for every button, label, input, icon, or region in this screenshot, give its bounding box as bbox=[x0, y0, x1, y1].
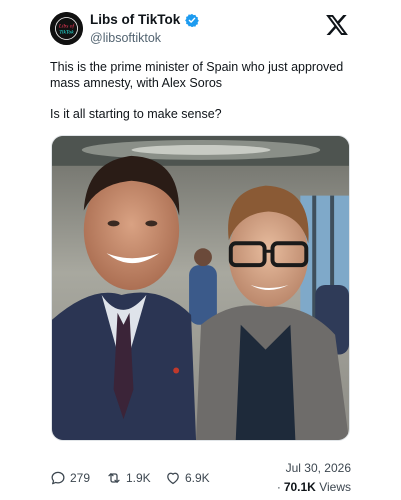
verified-badge-icon bbox=[185, 13, 199, 27]
retweet-icon bbox=[108, 473, 120, 483]
photo-two-men-selfie bbox=[52, 136, 349, 440]
tweet-photo[interactable] bbox=[51, 135, 350, 441]
author-handle[interactable]: @libsoftiktok bbox=[90, 31, 161, 46]
reply-count: 279 bbox=[70, 471, 91, 485]
libs-of-tiktok-logo-icon: Libs of TikTok bbox=[50, 12, 83, 45]
retweet-button[interactable]: 1.9K bbox=[106, 470, 151, 486]
like-button[interactable]: 6.9K bbox=[165, 470, 210, 486]
reply-button[interactable]: 279 bbox=[50, 470, 90, 486]
views-count: 70.1K bbox=[283, 480, 316, 494]
heart-icon bbox=[167, 472, 179, 485]
svg-text:TikTok: TikTok bbox=[59, 30, 74, 36]
avatar[interactable]: Libs of TikTok bbox=[50, 12, 83, 45]
display-name[interactable]: Libs of TikTok bbox=[90, 12, 180, 28]
like-count: 6.9K bbox=[185, 471, 210, 485]
svg-text:Libs of: Libs of bbox=[58, 23, 76, 30]
views-label: Views bbox=[319, 480, 351, 494]
reply-icon bbox=[51, 471, 65, 485]
tweet-text-line-1: This is the prime minister of Spain who … bbox=[50, 60, 344, 90]
view-count-row: · 70.1K Views bbox=[277, 480, 351, 494]
tweet-text-line-2: Is it all starting to make sense? bbox=[50, 106, 222, 121]
tweet-text: This is the prime minister of Spain who … bbox=[50, 60, 350, 122]
x-logo-icon bbox=[326, 15, 348, 35]
separator-dot: · bbox=[276, 480, 281, 494]
tweet-date[interactable]: Jul 30, 2026 bbox=[286, 461, 351, 475]
retweet-count: 1.9K bbox=[126, 471, 151, 485]
